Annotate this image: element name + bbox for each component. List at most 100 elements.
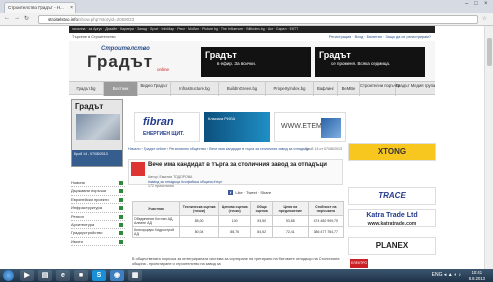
category-item[interactable]: Градоустройство bbox=[71, 229, 125, 238]
logo-tag: online bbox=[157, 67, 170, 72]
bookmark-star-icon[interactable]: ☆ bbox=[482, 15, 487, 22]
chrome-icon[interactable]: ◉ bbox=[110, 270, 124, 281]
fibran-slogan: ЕНЕРГИЕН ЩИТ. bbox=[143, 131, 184, 137]
bullet-icon bbox=[119, 239, 123, 244]
ad-row: fibran ЕНЕРГИЕН ЩИТ. Класика РИЛА WWW.ET… bbox=[130, 112, 348, 142]
nav-item-video[interactable]: Видео Градът bbox=[138, 82, 171, 96]
forward-icon[interactable]: → bbox=[14, 15, 20, 21]
browser-tab-strip: Строителство Градът - Н... × – □ × bbox=[0, 0, 493, 13]
web-page: начална · за Аргус · Дизайн · Кариери · … bbox=[0, 26, 493, 269]
url-path: /show.php?storyid=2059023 bbox=[78, 17, 135, 22]
article-meta: Автор: Емилия ТОДОРОВА #завод за отпадъц… bbox=[148, 175, 338, 189]
nav-item-bembe[interactable]: BeMBe bbox=[338, 82, 360, 96]
banner-title: Градът bbox=[319, 50, 351, 60]
category-list: Новини Държавни поръчки Европейски проек… bbox=[71, 179, 125, 247]
table-cell: Консорциум Хидрострой АД bbox=[131, 226, 181, 238]
address-bar-row: ← → ↻ stroitelstvo.info/show.php?storyid… bbox=[0, 13, 493, 26]
header-banner-paper[interactable]: Градът се променя. Всяка седмица. bbox=[315, 47, 425, 77]
browser-tab[interactable]: Строителство Градът - Н... × bbox=[4, 2, 76, 13]
bullet-icon bbox=[119, 197, 123, 202]
nav-item-buildingreen[interactable]: BuildInGreen.bg bbox=[219, 82, 266, 96]
table-cell: Обединение Котлин АД, Алпине АД bbox=[131, 215, 181, 227]
table-header: Стойност на поръчката bbox=[307, 201, 345, 216]
media-player-icon[interactable]: ▶ bbox=[20, 270, 34, 281]
category-item[interactable]: Архитектура bbox=[71, 221, 125, 230]
close-window-icon[interactable]: × bbox=[484, 1, 488, 7]
banner-title: Градът bbox=[205, 50, 237, 60]
table-row: Обединение Котлин АД, Алпине АД 85,00 10… bbox=[131, 215, 345, 227]
url-field[interactable]: stroitelstvo.info/show.php?storyid=20590… bbox=[38, 15, 478, 24]
bullet-icon bbox=[119, 214, 123, 219]
url-domain: stroitelstvo.info bbox=[48, 17, 79, 22]
table-cell: 84,52 bbox=[250, 226, 274, 238]
back-icon[interactable]: ← bbox=[4, 15, 10, 21]
trace-ad[interactable]: TRACE bbox=[348, 187, 436, 205]
nav-item-newspaper[interactable]: Вестник bbox=[104, 82, 138, 96]
skype-icon[interactable]: S bbox=[92, 270, 106, 281]
category-item[interactable]: Имоти bbox=[71, 238, 125, 247]
nav-item-gradat[interactable]: Градът.bg bbox=[69, 82, 104, 96]
facebook-icon[interactable]: f bbox=[228, 190, 234, 195]
fibran-logo: fibran bbox=[143, 116, 174, 128]
etem-ad[interactable]: WWW.ETEM.COM bbox=[274, 112, 346, 142]
table-cell: 72,41 bbox=[272, 226, 309, 238]
issue-date: Брой 14 от 07/08/2013 bbox=[305, 147, 342, 151]
newspaper-cover[interactable]: Градът Брой 14 - 07/08/2013 bbox=[71, 99, 123, 167]
close-tab-icon[interactable]: × bbox=[70, 3, 73, 13]
explorer-icon[interactable]: ▤ bbox=[38, 270, 52, 281]
portal-links-strip[interactable]: начална · за Аргус · Дизайн · Кариери · … bbox=[69, 26, 435, 33]
fibran-ad[interactable]: fibran ЕНЕРГИЕН ЩИТ. bbox=[134, 112, 200, 142]
results-table: Участник Техническа оценка (точки) Ценов… bbox=[131, 201, 345, 238]
share-buttons[interactable]: Like · Tweet · Share bbox=[235, 190, 271, 195]
electro-badge[interactable]: ЕЛЕКТРО bbox=[350, 259, 368, 268]
documents-icon[interactable]: ▦ bbox=[128, 270, 142, 281]
table-cell: 53,88 bbox=[272, 215, 309, 227]
account-links[interactable]: Регистрация · Вход · Бюлетин · Защо да с… bbox=[329, 33, 431, 41]
reload-icon[interactable]: ↻ bbox=[24, 15, 29, 22]
page-scrollbar[interactable] bbox=[484, 26, 493, 269]
etem-graphic bbox=[321, 118, 341, 138]
scrollbar-thumb[interactable] bbox=[487, 38, 492, 66]
category-item[interactable]: Новини bbox=[71, 179, 125, 188]
maximize-icon[interactable]: □ bbox=[474, 1, 478, 7]
bullet-icon bbox=[119, 181, 123, 185]
nav-item-vafling[interactable]: Вафлинг bbox=[314, 82, 338, 96]
category-item[interactable]: Европейски проекти bbox=[71, 196, 125, 205]
system-tray[interactable]: ENG ◂ ▲ ◐ ♪ bbox=[432, 272, 461, 278]
banner-text: се променя. Всяка седмица. bbox=[331, 61, 391, 66]
table-header: Обща оценка bbox=[250, 201, 274, 216]
cover-photo bbox=[76, 114, 120, 140]
search-label[interactable]: Търсене в Строителство bbox=[72, 35, 116, 39]
blue-ad[interactable]: Класика РИЛА bbox=[204, 112, 270, 142]
site-logo[interactable]: Строителство Градът online bbox=[73, 46, 183, 76]
category-item[interactable]: Инфраструктура bbox=[71, 204, 125, 213]
nav-item-tenders[interactable]: Строителни поръчки bbox=[360, 82, 400, 96]
article-title: Вече има кандидат в търга за столичния з… bbox=[148, 162, 327, 168]
nav-item-propertyindex[interactable]: PropertyIndex.bg bbox=[266, 82, 314, 96]
header-banner-tv[interactable]: Градът в ефир. За всички. bbox=[201, 47, 311, 77]
article-tags[interactable]: #завод за отпадъци #софийска община #тър… bbox=[148, 180, 222, 184]
folder-icon[interactable]: ■ bbox=[74, 270, 88, 281]
nav-item-media-group[interactable]: Градът Медия група bbox=[396, 82, 435, 96]
bullet-icon bbox=[119, 189, 123, 194]
katra-ad[interactable]: Katra Trade Ltd www.katratrade.com bbox=[348, 209, 436, 227]
nav-item-infrastructure[interactable]: Infrastructure.bg bbox=[171, 82, 219, 96]
breadcrumb-path[interactable]: Начало › Градът online › Регионално обще… bbox=[128, 147, 309, 151]
table-cell: 80,04 bbox=[179, 226, 220, 238]
right-sidebar: XTONG TRACE Katra Trade Ltd www.katratra… bbox=[348, 99, 436, 269]
site-header: Строителство Градът online Градът в ефир… bbox=[69, 41, 435, 81]
table-cell: 88,76 bbox=[218, 226, 252, 238]
banner-text: в ефир. За всички. bbox=[217, 61, 257, 66]
planex-ad[interactable]: PLANEX bbox=[348, 237, 436, 255]
article-column: fibran ЕНЕРГИЕН ЩИТ. Класика РИЛА WWW.ET… bbox=[128, 99, 346, 269]
category-item[interactable]: Регион bbox=[71, 213, 125, 221]
minimize-icon[interactable]: – bbox=[465, 1, 468, 7]
cover-masthead: Градът bbox=[75, 102, 104, 111]
internet-explorer-icon[interactable]: e bbox=[56, 270, 70, 281]
bullet-icon bbox=[119, 231, 123, 236]
taskbar-clock[interactable]: 10:41 8.8.2013 bbox=[469, 270, 485, 281]
category-item[interactable]: Държавни поръчки bbox=[71, 187, 125, 196]
table-header-row: Участник Техническа оценка (точки) Ценов… bbox=[131, 201, 345, 216]
xtong-ad[interactable]: XTONG bbox=[348, 143, 436, 161]
start-button[interactable] bbox=[3, 270, 14, 281]
